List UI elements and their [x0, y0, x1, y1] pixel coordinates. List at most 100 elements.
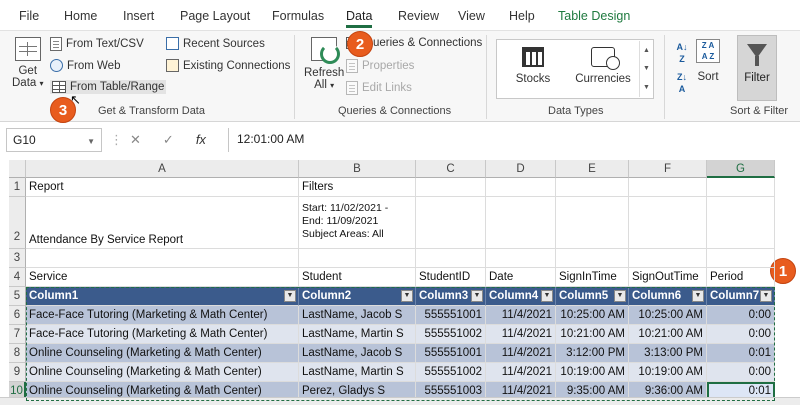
cell-c7[interactable]: 555551002	[416, 325, 486, 344]
column-header-c[interactable]: C	[416, 160, 486, 178]
gallery-scroll[interactable]: ▲ ▼ ▼	[639, 41, 653, 97]
chevron-down-icon[interactable]: ▼	[87, 137, 95, 146]
cell-e7[interactable]: 10:21:00 AM	[556, 325, 629, 344]
cell-a6[interactable]: Face-Face Tutoring (Marketing & Math Cen…	[26, 306, 299, 325]
column-header-d[interactable]: D	[486, 160, 556, 178]
cell-g7[interactable]: 0:00	[707, 325, 775, 344]
recent-sources-button[interactable]: Recent Sources	[166, 37, 265, 50]
row-header-7[interactable]: 7	[9, 325, 26, 344]
column-header-a[interactable]: A	[26, 160, 299, 178]
cell-b4[interactable]: Student	[299, 268, 416, 287]
filter-button[interactable]: Filter	[737, 35, 777, 101]
cell-f4[interactable]: SignOutTime	[629, 268, 707, 287]
properties-button[interactable]: Properties	[346, 59, 414, 73]
cell-d8[interactable]: 11/4/2021	[486, 344, 556, 363]
cell-g2[interactable]	[707, 197, 775, 249]
tab-review[interactable]: Review	[398, 9, 439, 23]
cell-f9[interactable]: 10:19:00 AM	[629, 363, 707, 382]
cell-g4[interactable]: Period	[707, 268, 775, 287]
table-header-column6[interactable]: Column6 ▼	[629, 287, 707, 306]
cell-d1[interactable]	[486, 178, 556, 197]
cell-g9[interactable]: 0:00	[707, 363, 775, 382]
cell-a3[interactable]	[26, 249, 299, 268]
cell-a1[interactable]: Report	[26, 178, 299, 197]
cell-e3[interactable]	[556, 249, 629, 268]
cell-a2[interactable]: Attendance By Service Report	[26, 197, 299, 249]
insert-function-icon[interactable]: fx	[196, 132, 206, 148]
row-header-1[interactable]: 1	[9, 178, 26, 197]
cell-c9[interactable]: 555551002	[416, 363, 486, 382]
cell-a4[interactable]: Service	[26, 268, 299, 287]
cell-a7[interactable]: Face-Face Tutoring (Marketing & Math Cen…	[26, 325, 299, 344]
row-header-2[interactable]: 2	[9, 197, 26, 249]
cell-a8[interactable]: Online Counseling (Marketing & Math Cent…	[26, 344, 299, 363]
name-box[interactable]: G10 ▼	[6, 128, 102, 152]
cell-e2[interactable]	[556, 197, 629, 249]
from-text-csv-button[interactable]: From Text/CSV	[50, 37, 144, 51]
sort-button[interactable]: Z AA Z Sort	[696, 39, 720, 83]
currencies-button[interactable]: Currencies	[568, 41, 638, 97]
cell-a9[interactable]: Online Counseling (Marketing & Math Cent…	[26, 363, 299, 382]
drag-handle-icon[interactable]: ⋮	[110, 132, 123, 148]
filter-dropdown-icon[interactable]: ▼	[614, 290, 626, 302]
chevron-down-icon[interactable]: ▼	[643, 65, 650, 72]
cell-d2[interactable]	[486, 197, 556, 249]
column-header-b[interactable]: B	[299, 160, 416, 178]
sort-ascending-button[interactable]: A↓ Z	[672, 41, 692, 67]
tab-help[interactable]: Help	[509, 9, 535, 23]
cell-f3[interactable]	[629, 249, 707, 268]
select-all-corner[interactable]	[9, 160, 26, 178]
tab-insert[interactable]: Insert	[123, 9, 154, 23]
filter-dropdown-icon[interactable]: ▼	[471, 290, 483, 302]
stocks-button[interactable]: Stocks	[498, 41, 568, 97]
cell-f1[interactable]	[629, 178, 707, 197]
from-web-button[interactable]: From Web	[50, 59, 120, 72]
cell-d3[interactable]	[486, 249, 556, 268]
row-header-5[interactable]: 5	[9, 287, 26, 306]
tab-page-layout[interactable]: Page Layout	[180, 9, 250, 23]
cell-c1[interactable]	[416, 178, 486, 197]
cell-b6[interactable]: LastName, Jacob S	[299, 306, 416, 325]
cell-d4[interactable]: Date	[486, 268, 556, 287]
cell-e8[interactable]: 3:12:00 PM	[556, 344, 629, 363]
cell-f6[interactable]: 10:25:00 AM	[629, 306, 707, 325]
cell-d9[interactable]: 11/4/2021	[486, 363, 556, 382]
cell-c4[interactable]: StudentID	[416, 268, 486, 287]
cell-d7[interactable]: 11/4/2021	[486, 325, 556, 344]
column-header-f[interactable]: F	[629, 160, 707, 178]
cell-g6[interactable]: 0:00	[707, 306, 775, 325]
existing-connections-button[interactable]: Existing Connections	[166, 59, 290, 72]
cell-g1[interactable]	[707, 178, 775, 197]
row-header-4[interactable]: 4	[9, 268, 26, 287]
cell-b3[interactable]	[299, 249, 416, 268]
chevron-up-icon[interactable]: ▲	[643, 47, 650, 54]
filter-dropdown-icon[interactable]: ▼	[284, 290, 296, 302]
tab-table-design[interactable]: Table Design	[558, 9, 630, 23]
cancel-icon[interactable]: ✕	[130, 132, 141, 148]
cell-e4[interactable]: SignInTime	[556, 268, 629, 287]
cell-b1[interactable]: Filters	[299, 178, 416, 197]
cell-b2[interactable]: Start: 11/02/2021 - End: 11/09/2021 Subj…	[299, 197, 416, 249]
cell-d6[interactable]: 11/4/2021	[486, 306, 556, 325]
filter-dropdown-icon[interactable]: ▼	[692, 290, 704, 302]
cell-f8[interactable]: 3:13:00 PM	[629, 344, 707, 363]
cell-c6[interactable]: 555551001	[416, 306, 486, 325]
cell-b9[interactable]: LastName, Martin S	[299, 363, 416, 382]
column-header-g[interactable]: G	[707, 160, 775, 178]
cell-g8[interactable]: 0:01	[707, 344, 775, 363]
cell-b7[interactable]: LastName, Martin S	[299, 325, 416, 344]
column-header-e[interactable]: E	[556, 160, 629, 178]
formula-input[interactable]: 12:01:00 AM	[228, 128, 794, 152]
tab-formulas[interactable]: Formulas	[272, 9, 324, 23]
table-header-column7[interactable]: Column7 ▼	[707, 287, 775, 306]
more-icon[interactable]: ▼	[643, 84, 650, 91]
table-header-column3[interactable]: Column3 ▼	[416, 287, 486, 306]
table-header-column1[interactable]: Column1 ▼	[26, 287, 299, 306]
filter-dropdown-icon[interactable]: ▼	[760, 290, 772, 302]
tab-view[interactable]: View	[458, 9, 485, 23]
tab-data[interactable]: Data	[346, 9, 373, 28]
row-header-3[interactable]: 3	[9, 249, 26, 268]
cell-c8[interactable]: 555551001	[416, 344, 486, 363]
refresh-all-button[interactable]: Refresh All ▾	[304, 37, 344, 91]
cell-f2[interactable]	[629, 197, 707, 249]
